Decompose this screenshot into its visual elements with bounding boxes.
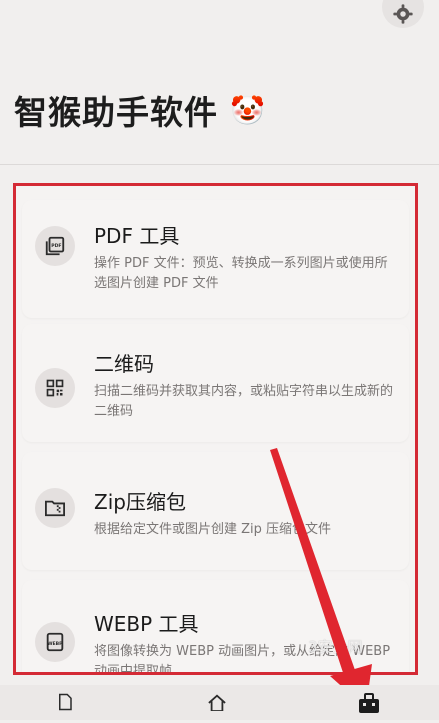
home-icon — [208, 694, 226, 711]
page-title-text: 智猴助手软件 — [14, 93, 218, 132]
tool-card-qr-code[interactable]: 二维码 扫描二维码并获取其内容，或粘贴字符串以生成新的二维码 — [22, 324, 409, 442]
qr-code-icon — [46, 379, 64, 397]
tool-card-pdf[interactable]: PDF PDF 工具 操作 PDF 文件：预览、转换成一系列图片或使用所选图片创… — [22, 200, 409, 318]
file-icon — [59, 693, 72, 711]
tool-title: PDF 工具 — [94, 224, 180, 248]
tools-list: PDF PDF 工具 操作 PDF 文件：预览、转换成一系列图片或使用所选图片创… — [13, 183, 418, 675]
qr-code-icon-container — [35, 368, 75, 408]
toolbox-icon — [359, 693, 379, 713]
nav-item-tools[interactable] — [354, 693, 384, 723]
tool-card-webp[interactable]: WEBP WEBP 工具 将图像转换为 WEBP 动画图片，或从给定的 WEBP… — [22, 580, 409, 672]
tool-description: 根据给定文件或图片创建 Zip 压缩包文件 — [94, 522, 332, 537]
nav-item-home[interactable] — [202, 693, 232, 723]
watermark: 3安全网 — [308, 638, 363, 656]
zip-folder-icon — [45, 500, 65, 517]
bottom-navigation — [0, 685, 439, 720]
app-header: 智猴助手软件 🤡 — [0, 0, 439, 165]
page-title: 智猴助手软件 🤡 — [14, 86, 266, 134]
webp-icon: WEBP — [46, 632, 64, 652]
tool-title: 二维码 — [94, 352, 154, 376]
clown-emoji-icon: 🤡 — [230, 93, 266, 127]
tool-title: WEBP 工具 — [94, 612, 199, 636]
tool-title: Zip压缩包 — [94, 490, 186, 514]
svg-text:WEBP: WEBP — [47, 641, 63, 647]
tool-card-zip[interactable]: Zip压缩包 根据给定文件或图片创建 Zip 压缩包文件 — [22, 452, 409, 570]
pdf-icon: PDF — [45, 236, 65, 256]
zip-folder-icon-container — [35, 488, 75, 528]
pdf-icon-container: PDF — [35, 226, 75, 266]
header-divider — [0, 164, 439, 165]
tool-description: 扫描二维码并获取其内容，或粘贴字符串以生成新的二维码 — [94, 384, 394, 419]
gear-icon — [393, 4, 413, 24]
tool-description: 操作 PDF 文件：预览、转换成一系列图片或使用所选图片创建 PDF 文件 — [94, 256, 388, 291]
svg-text:PDF: PDF — [51, 243, 61, 249]
nav-item-files[interactable] — [50, 693, 80, 723]
webp-icon-container: WEBP — [35, 622, 75, 662]
